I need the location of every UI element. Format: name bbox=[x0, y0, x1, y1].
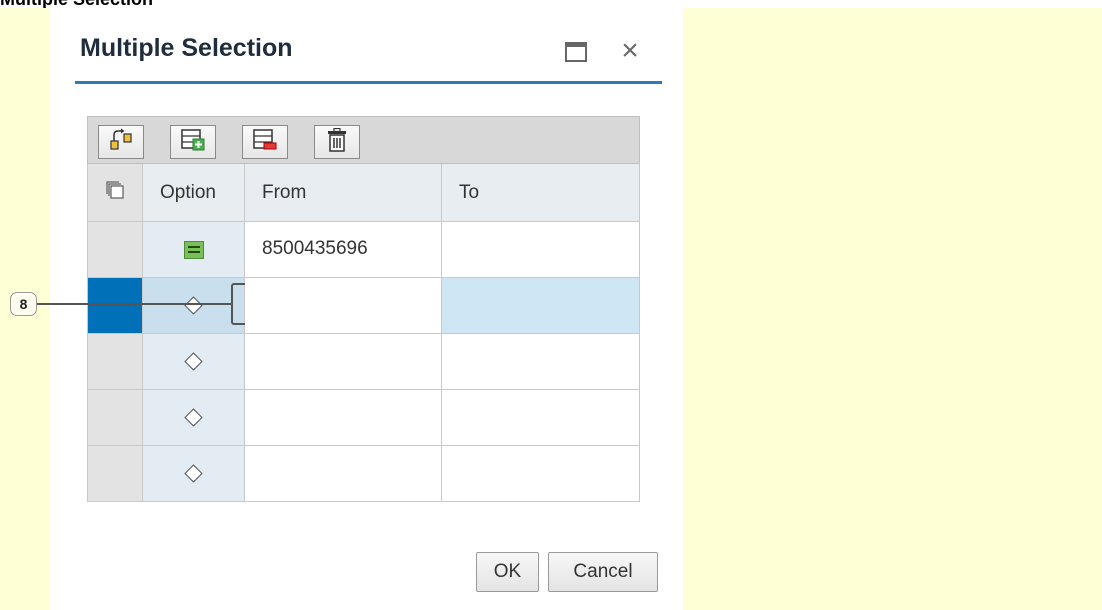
dialog-title: Multiple Selection bbox=[80, 34, 293, 62]
equals-option-icon bbox=[183, 240, 204, 259]
option-cell[interactable] bbox=[143, 334, 245, 390]
from-cell[interactable] bbox=[245, 390, 442, 446]
insert-row-icon bbox=[180, 128, 206, 157]
option-cell[interactable] bbox=[143, 446, 245, 502]
to-cell[interactable] bbox=[442, 446, 640, 502]
option-cell[interactable] bbox=[143, 278, 245, 334]
insert-row-button[interactable] bbox=[170, 125, 216, 159]
option-diamond-icon bbox=[184, 408, 203, 427]
from-cell[interactable] bbox=[245, 334, 442, 390]
selection-grid: Option From To 8500435696 bbox=[87, 116, 640, 509]
delete-all-button[interactable] bbox=[314, 125, 360, 159]
delete-row-button[interactable] bbox=[242, 125, 288, 159]
from-cell[interactable] bbox=[245, 278, 442, 334]
from-cell[interactable]: 8500435696 bbox=[245, 222, 442, 278]
to-cell[interactable] bbox=[442, 334, 640, 390]
column-header-option[interactable]: Option bbox=[143, 164, 245, 222]
callout-bracket bbox=[231, 283, 245, 325]
row-selector[interactable] bbox=[87, 334, 143, 390]
option-diamond-icon bbox=[184, 464, 203, 483]
right-highlight-panel bbox=[683, 8, 1102, 610]
to-cell[interactable] bbox=[442, 278, 640, 334]
from-cell[interactable] bbox=[245, 446, 442, 502]
delete-row-icon bbox=[252, 128, 278, 157]
row-selector[interactable] bbox=[87, 446, 143, 502]
option-diamond-icon bbox=[184, 296, 203, 315]
row-selector[interactable] bbox=[87, 222, 143, 278]
column-header-to[interactable]: To bbox=[442, 164, 640, 222]
to-cell[interactable] bbox=[442, 222, 640, 278]
option-cell[interactable] bbox=[143, 222, 245, 278]
callout-leader-line bbox=[37, 303, 233, 305]
column-header-label: Option bbox=[160, 181, 216, 203]
maximize-icon[interactable] bbox=[565, 42, 587, 62]
copy-to-clipboard-button[interactable] bbox=[98, 125, 144, 159]
from-input[interactable] bbox=[245, 278, 441, 333]
row-selector-selected[interactable] bbox=[87, 278, 143, 334]
grid-toolbar bbox=[87, 116, 640, 164]
column-header-label: To bbox=[459, 181, 480, 203]
copy-to-clipboard-icon bbox=[108, 128, 134, 157]
title-divider bbox=[75, 81, 662, 84]
close-icon[interactable]: × bbox=[617, 36, 643, 67]
option-diamond-icon bbox=[184, 352, 203, 371]
column-header-label: From bbox=[262, 181, 307, 203]
option-cell[interactable] bbox=[143, 390, 245, 446]
row-selector[interactable] bbox=[87, 390, 143, 446]
delete-all-icon bbox=[326, 127, 348, 157]
to-cell[interactable] bbox=[442, 390, 640, 446]
select-all-cell[interactable] bbox=[87, 164, 143, 222]
cancel-button[interactable]: Cancel bbox=[548, 552, 658, 592]
from-value: 8500435696 bbox=[262, 238, 368, 259]
select-all-icon bbox=[105, 180, 125, 206]
column-header-from[interactable]: From bbox=[245, 164, 442, 222]
ok-button[interactable]: OK bbox=[476, 552, 539, 592]
multiple-selection-dialog: Multiple Selection × Option From To 8500… bbox=[50, 8, 683, 610]
callout-marker: 8 bbox=[10, 292, 37, 316]
